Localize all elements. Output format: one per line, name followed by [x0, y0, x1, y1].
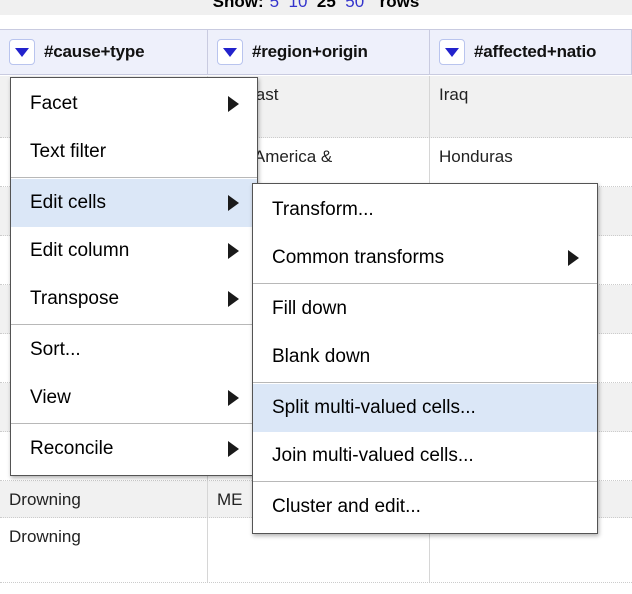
table-cell-c3[interactable]: Honduras: [430, 138, 632, 186]
menu-item-facet[interactable]: Facet: [11, 80, 257, 128]
menu-item-label: Facet: [30, 93, 78, 114]
rows-option-25[interactable]: 25: [317, 0, 336, 11]
column-header-label: #affected+natio: [474, 42, 597, 61]
show-rows-suffix: rows: [379, 0, 420, 11]
table-cell-c3[interactable]: Iraq: [430, 76, 632, 137]
menu-item-edit-cells[interactable]: Edit cells: [11, 179, 257, 227]
submenu-item-join-multi-valued-cells[interactable]: Join multi-valued cells...: [253, 432, 597, 480]
chevron-down-icon: [15, 47, 29, 57]
menu-item-label: Cluster and edit...: [272, 496, 421, 517]
menu-separator: [253, 481, 597, 482]
menu-item-reconcile[interactable]: Reconcile: [11, 425, 257, 473]
menu-separator: [253, 283, 597, 284]
chevron-down-icon: [445, 47, 459, 57]
rows-option-5[interactable]: 5: [270, 0, 279, 11]
table-cell-c1[interactable]: Drowning: [0, 518, 208, 582]
rows-option-50[interactable]: 50: [345, 0, 364, 11]
menu-item-label: Reconcile: [30, 438, 114, 459]
menu-item-label: Transpose: [30, 288, 120, 309]
menu-separator: [11, 324, 257, 325]
chevron-right-icon: [228, 441, 239, 457]
table-cell-c1[interactable]: Drowning: [0, 481, 208, 517]
chevron-right-icon: [228, 390, 239, 406]
chevron-right-icon: [568, 250, 579, 266]
menu-item-label: Edit cells: [30, 192, 107, 213]
menu-item-label: Fill down: [272, 298, 347, 319]
show-rows-label: Show:: [212, 0, 264, 11]
submenu-item-cluster-and-edit[interactable]: Cluster and edit...: [253, 483, 597, 531]
chevron-down-icon: [223, 47, 237, 57]
menu-item-label: Transform...: [272, 199, 374, 220]
column-header-3: #affected+natio: [430, 30, 632, 74]
openrefine-grid-screen: Show: 5 10 25 50 rows dle EastIraqntral …: [0, 0, 632, 594]
menu-item-edit-column[interactable]: Edit column: [11, 227, 257, 275]
column-menu-button-3[interactable]: [439, 39, 465, 65]
menu-item-transpose[interactable]: Transpose: [11, 275, 257, 323]
edit-cells-submenu[interactable]: Transform... Common transforms Fill down Bl…: [252, 183, 598, 534]
chevron-right-icon: [228, 243, 239, 259]
rows-option-10[interactable]: 10: [289, 0, 308, 11]
menu-separator: [11, 177, 257, 178]
chevron-right-icon: [228, 195, 239, 211]
chevron-right-icon: [228, 96, 239, 112]
submenu-item-common-transforms[interactable]: Common transforms: [253, 234, 597, 282]
column-dropdown-menu[interactable]: Facet Text filter Edit cells Edit column Tra…: [10, 77, 258, 476]
menu-separator: [253, 382, 597, 383]
column-header-label: #region+origin: [252, 42, 368, 61]
menu-separator: [11, 423, 257, 424]
column-header-row: #cause+type #region+origin #affected+natio: [0, 29, 632, 75]
menu-item-label: Blank down: [272, 346, 371, 367]
menu-item-sort[interactable]: Sort...: [11, 326, 257, 374]
menu-item-label: Text filter: [30, 141, 107, 162]
menu-item-label: Split multi-valued cells...: [272, 397, 476, 418]
menu-item-text-filter[interactable]: Text filter: [11, 128, 257, 176]
column-menu-button-1[interactable]: [9, 39, 35, 65]
menu-item-view[interactable]: View: [11, 374, 257, 422]
submenu-item-split-multi-valued-cells[interactable]: Split multi-valued cells...: [253, 384, 597, 432]
column-menu-button-2[interactable]: [217, 39, 243, 65]
submenu-item-transform[interactable]: Transform...: [253, 186, 597, 234]
menu-item-label: Join multi-valued cells...: [272, 445, 474, 466]
show-rows-options: 5 10 25 50: [270, 0, 374, 12]
show-rows-bar: Show: 5 10 25 50 rows: [0, 0, 632, 15]
column-header-label: #cause+type: [44, 42, 145, 61]
menu-item-label: View: [30, 387, 71, 408]
submenu-item-blank-down[interactable]: Blank down: [253, 333, 597, 381]
submenu-item-fill-down[interactable]: Fill down: [253, 285, 597, 333]
column-header-2: #region+origin: [208, 30, 430, 74]
chevron-right-icon: [228, 291, 239, 307]
menu-item-label: Common transforms: [272, 247, 445, 268]
column-header-1: #cause+type: [0, 30, 208, 74]
menu-item-label: Edit column: [30, 240, 130, 261]
menu-item-label: Sort...: [30, 339, 81, 360]
